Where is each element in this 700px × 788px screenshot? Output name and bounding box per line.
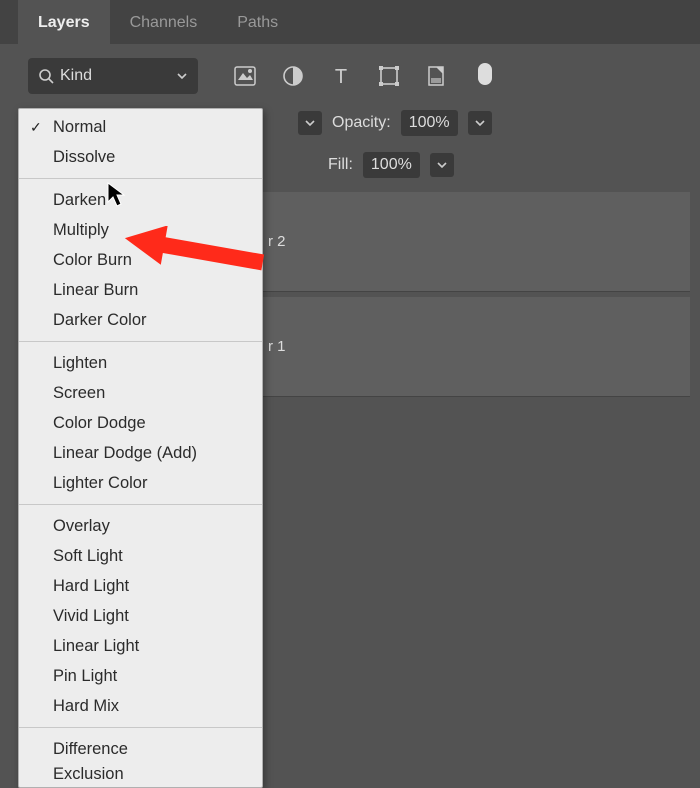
blend-mode-item-exclusion[interactable]: Exclusion xyxy=(19,764,262,784)
blend-mode-item-hardmix[interactable]: Hard Mix xyxy=(19,691,262,721)
fill-chevron-icon[interactable] xyxy=(430,153,454,177)
filter-smartobject-icon[interactable] xyxy=(422,61,452,91)
blend-mode-item-linearlight[interactable]: Linear Light xyxy=(19,631,262,661)
menu-separator xyxy=(19,504,262,505)
menu-separator xyxy=(19,727,262,728)
blend-mode-item-colordodge[interactable]: Color Dodge xyxy=(19,408,262,438)
blend-mode-item-colorburn[interactable]: Color Burn xyxy=(19,245,262,275)
filter-shape-icon[interactable] xyxy=(374,61,404,91)
blend-mode-item-lineardodge[interactable]: Linear Dodge (Add) xyxy=(19,438,262,468)
blend-mode-item-hardlight[interactable]: Hard Light xyxy=(19,571,262,601)
menu-separator xyxy=(19,341,262,342)
panel-tabs: Layers Channels Paths xyxy=(0,0,700,44)
blend-mode-item-lightercolor[interactable]: Lighter Color xyxy=(19,468,262,498)
opacity-label: Opacity: xyxy=(332,114,391,132)
check-icon: ✓ xyxy=(30,119,42,136)
blend-mode-menu[interactable]: ✓ Normal Dissolve Darken Multiply Color … xyxy=(18,108,263,788)
filter-type-layer-icon[interactable]: T xyxy=(326,61,356,91)
blend-mode-item-linearburn[interactable]: Linear Burn xyxy=(19,275,262,305)
filter-kind-label: Kind xyxy=(60,67,92,85)
filter-toggle-switch[interactable] xyxy=(478,63,492,90)
filter-kind-dropdown[interactable]: Kind xyxy=(28,58,198,94)
blend-mode-item-multiply[interactable]: Multiply xyxy=(19,215,262,245)
search-icon xyxy=(38,68,54,84)
blend-mode-item-pinlight[interactable]: Pin Light xyxy=(19,661,262,691)
blend-mode-item-softlight[interactable]: Soft Light xyxy=(19,541,262,571)
filter-type-icons: T xyxy=(230,61,492,91)
blend-mode-item-screen[interactable]: Screen xyxy=(19,378,262,408)
chevron-down-icon xyxy=(176,70,188,82)
filter-pixel-icon[interactable] xyxy=(230,61,260,91)
blend-mode-item-lighten[interactable]: Lighten xyxy=(19,348,262,378)
fill-value[interactable]: 100% xyxy=(363,152,420,178)
layer-name: r 1 xyxy=(268,338,286,355)
tab-channels[interactable]: Channels xyxy=(110,0,218,44)
blend-mode-item-darken[interactable]: Darken xyxy=(19,185,262,215)
blend-mode-item-overlay[interactable]: Overlay xyxy=(19,511,262,541)
blend-mode-item-normal[interactable]: ✓ Normal xyxy=(19,112,262,142)
blend-mode-item-difference[interactable]: Difference xyxy=(19,734,262,764)
tab-layers[interactable]: Layers xyxy=(18,0,110,44)
blend-mode-item-darkercolor[interactable]: Darker Color xyxy=(19,305,262,335)
blend-mode-item-vividlight[interactable]: Vivid Light xyxy=(19,601,262,631)
svg-text:T: T xyxy=(335,66,347,87)
opacity-chevron-icon[interactable] xyxy=(468,111,492,135)
opacity-value[interactable]: 100% xyxy=(401,110,458,136)
blend-mode-item-dissolve[interactable]: Dissolve xyxy=(19,142,262,172)
filter-adjustment-icon[interactable] xyxy=(278,61,308,91)
layer-name: r 2 xyxy=(268,233,286,250)
layers-filter-bar: Kind T xyxy=(18,44,690,106)
blendmode-chevron-icon[interactable] xyxy=(298,111,322,135)
menu-separator xyxy=(19,178,262,179)
fill-label: Fill: xyxy=(328,156,353,174)
tab-paths[interactable]: Paths xyxy=(217,0,298,44)
